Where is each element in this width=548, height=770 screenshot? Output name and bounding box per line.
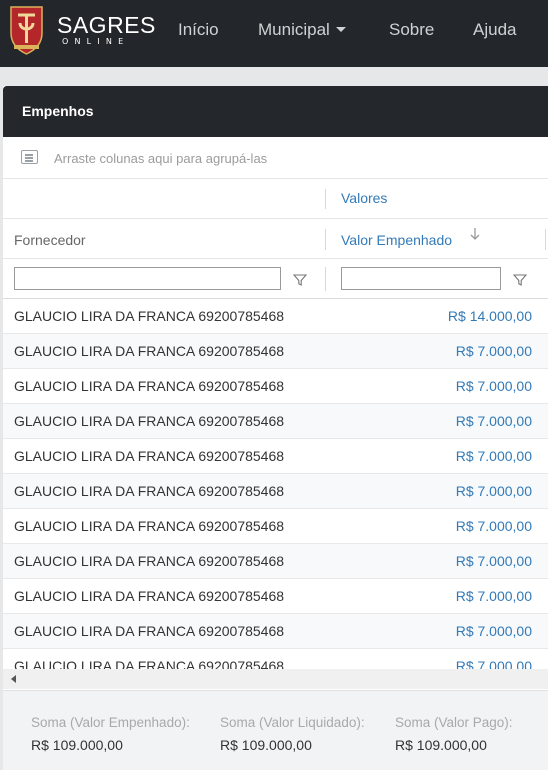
table-row[interactable]: GLAUCIO LIRA DA FRANCA 69200785468 R$ 7.… — [3, 649, 548, 669]
summary-label: Soma (Valor Liquidado): — [220, 715, 365, 730]
sagres-logo-icon[interactable] — [9, 5, 44, 55]
cell-fornecedor: GLAUCIO LIRA DA FRANCA 69200785468 — [14, 378, 285, 394]
sort-descending-icon[interactable] — [469, 226, 481, 242]
filter-icon[interactable] — [513, 274, 527, 286]
cell-valor-empenhado: R$ 14.000,00 — [447, 308, 532, 324]
summary-item: Soma (Valor Empenhado): R$ 109.000,00 — [31, 715, 190, 753]
summary-item: Soma (Valor Liquidado): R$ 109.000,00 — [220, 715, 365, 753]
table-row[interactable]: GLAUCIO LIRA DA FRANCA 69200785468 R$ 7.… — [3, 509, 548, 544]
column-separator — [325, 189, 326, 209]
cell-fornecedor: GLAUCIO LIRA DA FRANCA 69200785468 — [14, 623, 285, 639]
summary-label: Soma (Valor Empenhado): — [31, 715, 190, 730]
group-panel-icon — [21, 150, 38, 164]
card-title: Empenhos — [22, 103, 94, 119]
cell-valor-empenhado: R$ 7.000,00 — [455, 413, 532, 429]
brand[interactable]: SAGRES ONLINE — [57, 13, 156, 46]
column-header-row: Fornecedor Valor Empenhado — [3, 219, 548, 259]
filter-input-valor-empenhado[interactable] — [341, 267, 501, 290]
data-grid-body[interactable]: GLAUCIO LIRA DA FRANCA 69200785468 R$ 14… — [3, 299, 548, 669]
cell-fornecedor: GLAUCIO LIRA DA FRANCA 69200785468 — [14, 553, 285, 569]
cell-valor-empenhado: R$ 7.000,00 — [455, 623, 532, 639]
nav-link-municipal[interactable]: Municipal — [258, 19, 346, 41]
card-header: Empenhos — [3, 86, 548, 137]
nav-link-municipal-label: Municipal — [258, 20, 330, 39]
cell-valor-empenhado: R$ 7.000,00 — [455, 448, 532, 464]
summary-value: R$ 109.000,00 — [31, 737, 123, 753]
empenhos-card: Empenhos Arraste colunas aqui para agrup… — [3, 86, 548, 770]
band-header-valores[interactable]: Valores — [341, 190, 387, 206]
table-row[interactable]: GLAUCIO LIRA DA FRANCA 69200785468 R$ 7.… — [3, 579, 548, 614]
cell-valor-empenhado: R$ 7.000,00 — [455, 553, 532, 569]
filter-row — [3, 259, 548, 299]
nav-link-sobre[interactable]: Sobre — [389, 19, 434, 41]
cell-fornecedor: GLAUCIO LIRA DA FRANCA 69200785468 — [14, 343, 285, 359]
column-separator — [325, 229, 326, 250]
summary-value: R$ 109.000,00 — [220, 737, 312, 753]
brand-name: SAGRES — [57, 12, 156, 38]
group-panel[interactable]: Arraste colunas aqui para agrupá-las — [3, 137, 548, 179]
table-row[interactable]: GLAUCIO LIRA DA FRANCA 69200785468 R$ 7.… — [3, 334, 548, 369]
cell-fornecedor: GLAUCIO LIRA DA FRANCA 69200785468 — [14, 483, 285, 499]
cell-valor-empenhado: R$ 7.000,00 — [455, 658, 532, 669]
column-separator — [545, 229, 546, 250]
filter-input-fornecedor[interactable] — [14, 267, 281, 290]
table-row[interactable]: GLAUCIO LIRA DA FRANCA 69200785468 R$ 7.… — [3, 439, 548, 474]
nav-link-inicio[interactable]: Início — [178, 19, 219, 41]
summary-footer: Soma (Valor Empenhado): R$ 109.000,00 So… — [3, 690, 548, 770]
cell-valor-empenhado: R$ 7.000,00 — [455, 343, 532, 359]
column-header-valor-empenhado[interactable]: Valor Empenhado — [341, 232, 452, 248]
nav-link-ajuda[interactable]: Ajuda — [473, 19, 516, 41]
cell-valor-empenhado: R$ 7.000,00 — [455, 483, 532, 499]
table-row[interactable]: GLAUCIO LIRA DA FRANCA 69200785468 R$ 7.… — [3, 404, 548, 439]
table-row[interactable]: GLAUCIO LIRA DA FRANCA 69200785468 R$ 7.… — [3, 544, 548, 579]
cell-fornecedor: GLAUCIO LIRA DA FRANCA 69200785468 — [14, 658, 285, 669]
cell-fornecedor: GLAUCIO LIRA DA FRANCA 69200785468 — [14, 448, 285, 464]
cell-valor-empenhado: R$ 7.000,00 — [455, 518, 532, 534]
summary-value: R$ 109.000,00 — [395, 737, 487, 753]
horizontal-scrollbar[interactable] — [3, 669, 548, 689]
summary-label: Soma (Valor Pago): — [395, 715, 513, 730]
cell-fornecedor: GLAUCIO LIRA DA FRANCA 69200785468 — [14, 413, 285, 429]
cell-valor-empenhado: R$ 7.000,00 — [455, 378, 532, 394]
cell-fornecedor: GLAUCIO LIRA DA FRANCA 69200785468 — [14, 588, 285, 604]
chevron-down-icon — [335, 27, 346, 33]
cell-valor-empenhado: R$ 7.000,00 — [455, 588, 532, 604]
scroll-left-arrow-icon[interactable] — [11, 675, 16, 683]
column-separator — [325, 267, 326, 291]
cell-fornecedor: GLAUCIO LIRA DA FRANCA 69200785468 — [14, 308, 285, 324]
filter-icon[interactable] — [293, 274, 307, 286]
top-navbar: SAGRES ONLINE Início Municipal Sobre Aju… — [0, 0, 548, 67]
column-header-fornecedor[interactable]: Fornecedor — [14, 232, 86, 248]
table-row[interactable]: GLAUCIO LIRA DA FRANCA 69200785468 R$ 7.… — [3, 369, 548, 404]
summary-item: Soma (Valor Pago): R$ 109.000,00 — [395, 715, 513, 753]
brand-subtitle: ONLINE — [62, 37, 130, 46]
cell-fornecedor: GLAUCIO LIRA DA FRANCA 69200785468 — [14, 518, 285, 534]
group-panel-text: Arraste colunas aqui para agrupá-las — [54, 151, 268, 166]
table-row[interactable]: GLAUCIO LIRA DA FRANCA 69200785468 R$ 14… — [3, 299, 548, 334]
table-row[interactable]: GLAUCIO LIRA DA FRANCA 69200785468 R$ 7.… — [3, 474, 548, 509]
table-row[interactable]: GLAUCIO LIRA DA FRANCA 69200785468 R$ 7.… — [3, 614, 548, 649]
band-header-row: Valores — [3, 179, 548, 219]
